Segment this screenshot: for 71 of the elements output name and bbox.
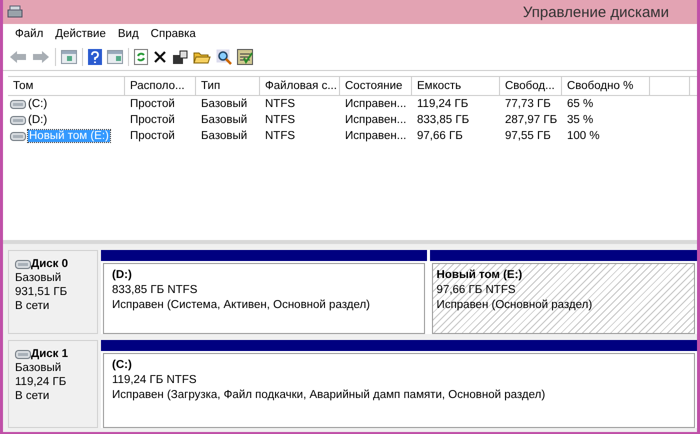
partition-status: Исправен (Система, Активен, Основной раздел) — [112, 298, 371, 313]
menu-item[interactable]: Файл — [9, 27, 50, 41]
partition-size: 833,85 ГБ NTFS — [112, 283, 198, 298]
table-cell-text: Базовый — [200, 130, 248, 142]
table-cell-text: 65 % — [566, 98, 594, 110]
delete-icon[interactable] — [153, 50, 167, 64]
table-cell-text: Исправен... — [344, 130, 408, 142]
partition-size: 97,66 ГБ NTFS — [436, 283, 517, 298]
menu-item[interactable]: Действие — [49, 27, 112, 41]
disk-size: 931,51 ГБ — [15, 285, 68, 299]
partition-block[interactable]: Новый том (E:) 97,66 ГБ NTFS Исправен (Основной раздел) — [432, 263, 695, 334]
partition-name: (D:) — [112, 268, 133, 283]
column-header[interactable]: Тип — [196, 77, 260, 95]
partition-block[interactable]: (C:) 119,24 ГБ NTFS Исправен (Загрузка, Файл подкачки, Аварийный дамп памяти, Основной раздел) — [103, 353, 695, 428]
table-cell-text: Простой — [129, 130, 176, 142]
partition-status: Исправен (Загрузка, Файл подкачки, Аварийный дамп памяти, Основной раздел) — [112, 388, 546, 403]
table-cell-text: NTFS — [264, 114, 296, 126]
table-cell-text: NTFS — [264, 130, 296, 142]
drive-icon — [10, 100, 26, 108]
table-cell-text: 100 % — [566, 130, 601, 142]
table-cell-text: Базовый — [200, 114, 248, 126]
partition-name: Новый том (E:) — [436, 268, 524, 283]
window-title: Управление дисками — [522, 4, 669, 20]
menu-item[interactable]: Справка — [144, 27, 202, 41]
disk-type: Базовый — [15, 361, 62, 375]
column-header[interactable]: Свободно % — [562, 77, 650, 95]
drive-icon — [10, 132, 26, 140]
table-cell-text: 97,66 ГБ — [416, 130, 464, 142]
table-cell-text: Простой — [129, 98, 176, 110]
disk-name: Диск 0 — [31, 257, 68, 271]
column-header[interactable]: Файловая с... — [260, 77, 340, 95]
table-cell-text: Исправен... — [344, 114, 408, 126]
help-icon[interactable] — [88, 49, 102, 65]
table-cell-text: NTFS — [264, 98, 296, 110]
panel-icon[interactable] — [61, 50, 77, 64]
table-cell-text: 119,24 ГБ — [416, 98, 470, 110]
disk-name: Диск 1 — [31, 347, 68, 361]
table-cell-text: 77,73 ГБ — [504, 98, 552, 110]
volume-name[interactable]: (D:) — [28, 114, 48, 126]
table-cell-text: Базовый — [200, 98, 248, 110]
drive-icon — [15, 350, 31, 358]
disk-status: В сети — [15, 299, 50, 313]
table-cell-text: 35 % — [566, 114, 594, 126]
partition-status: Исправен (Основной раздел) — [436, 298, 594, 313]
magnifier-icon[interactable] — [216, 49, 232, 65]
drive-icon — [15, 260, 31, 268]
column-header[interactable]: Располо... — [125, 77, 196, 95]
table-cell-text: Исправен... — [344, 98, 408, 110]
menu-item[interactable]: Вид — [112, 27, 145, 41]
disk-status: В сети — [15, 389, 50, 403]
table-cell-text: 833,85 ГБ — [416, 114, 470, 126]
column-header[interactable]: Состояние — [340, 77, 412, 95]
column-header[interactable]: Емкость — [412, 77, 500, 95]
disk-size: 119,24 ГБ — [15, 375, 68, 389]
partition-block[interactable]: (D:) 833,85 ГБ NTFS Исправен (Система, Активен, Основной раздел) — [103, 263, 425, 334]
drive-icon — [10, 116, 26, 124]
column-header[interactable]: Том — [8, 77, 125, 95]
checklist-icon[interactable] — [237, 49, 253, 65]
table-cell-text: 97,55 ГБ — [504, 130, 552, 142]
column-header[interactable]: Свобод... — [500, 77, 562, 95]
partition-name: (C:) — [112, 358, 133, 373]
refresh-icon[interactable] — [134, 49, 148, 65]
table-cell-text: Простой — [129, 114, 176, 126]
partition-size: 119,24 ГБ NTFS — [112, 373, 198, 388]
volume-name[interactable]: (C:) — [28, 98, 48, 110]
table-cell-text: 287,97 ГБ — [504, 114, 558, 126]
window-icon — [7, 5, 23, 19]
panel-icon[interactable] — [107, 50, 123, 64]
folder-icon[interactable] — [193, 50, 211, 64]
disk-type: Базовый — [15, 271, 62, 285]
properties-icon[interactable] — [172, 50, 188, 64]
